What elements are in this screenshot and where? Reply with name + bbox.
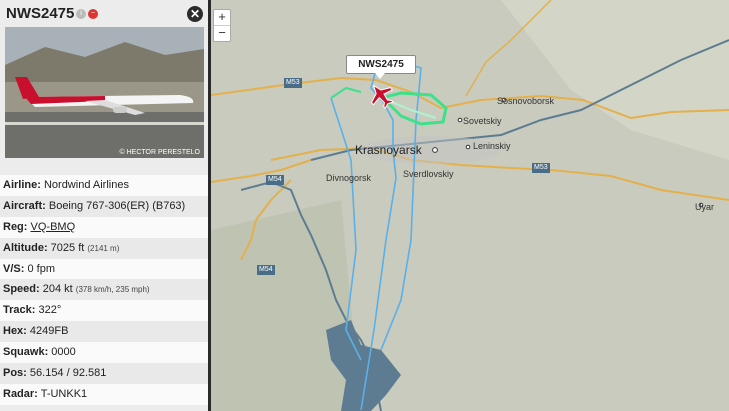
speed-value: 204 kt xyxy=(42,283,73,296)
map-label-sovetskiy: Sovetskiy xyxy=(463,116,502,126)
zoom-control: + − xyxy=(213,9,231,42)
close-button[interactable]: ✕ xyxy=(187,6,203,22)
altitude-meters: (2141 m) xyxy=(87,243,120,253)
radar-row: Radar: T-UNKK1 xyxy=(0,383,210,405)
hex-value: 4249FB xyxy=(29,325,69,338)
road-shield-m53-east: M53 xyxy=(532,163,550,173)
road-shield-m53-west: M53 xyxy=(284,78,302,88)
map-view[interactable] xyxy=(211,0,729,411)
vs-value: 0 fpm xyxy=(27,262,55,275)
aircraft-value: Boeing 767-306(ER) (B763) xyxy=(48,199,186,212)
speed-row: Speed: 204 kt (378 km/h, 235 mph) xyxy=(0,279,210,301)
map-canvas[interactable] xyxy=(211,0,729,411)
photo-credit: © HECTOR PERESTELO xyxy=(119,149,201,156)
zoom-out-button[interactable]: − xyxy=(214,25,230,41)
track-label: Track: xyxy=(3,304,36,317)
reg-row: Reg: VQ-BMQ xyxy=(0,216,210,238)
altitude-value: 7025 ft xyxy=(50,241,85,254)
hex-label: Hex: xyxy=(3,325,27,338)
airline-row: Airline: Nordwind Airlines xyxy=(0,175,210,196)
flight-callsign: NWS2475 xyxy=(6,5,75,22)
map-label-krasnoyarsk: Krasnoyarsk xyxy=(355,143,422,157)
pos-label: Pos: xyxy=(3,367,27,380)
track-row: Track: 322° xyxy=(0,300,210,322)
aircraft-photo: © HECTOR PERESTELO xyxy=(5,27,204,158)
hex-row: Hex: 4249FB xyxy=(0,321,210,343)
road-shield-m54-south: M54 xyxy=(257,265,275,275)
radar-value: T-UNKK1 xyxy=(40,387,88,400)
squawk-value: 0000 xyxy=(51,346,76,359)
vs-label: V/S: xyxy=(3,262,25,275)
reg-label: Reg: xyxy=(3,220,28,233)
squawk-label: Squawk: xyxy=(3,346,49,359)
map-label-divnogorsk: Divnogorsk xyxy=(326,173,372,183)
reg-link[interactable]: VQ-BMQ xyxy=(31,221,76,233)
aircraft-photo-image xyxy=(5,27,204,158)
pos-value: 56.154 / 92.581 xyxy=(29,367,107,380)
map-label-uyar: Uyar xyxy=(695,202,715,212)
map-label-sverdlovskiy: Sverdlovskiy xyxy=(403,169,454,179)
speed-conversions: (378 km/h, 235 mph) xyxy=(75,285,150,295)
vs-row: V/S: 0 fpm xyxy=(0,258,210,280)
aircraft-callout[interactable]: NWS2475 xyxy=(346,55,416,79)
flight-details: Airline: Nordwind Airlines Aircraft: Boe… xyxy=(0,175,210,405)
airline-value: Nordwind Airlines xyxy=(43,179,129,191)
pos-row: Pos: 56.154 / 92.581 xyxy=(0,363,210,384)
speed-label: Speed: xyxy=(3,283,40,296)
airline-label: Airline: xyxy=(3,179,41,191)
info-icon[interactable]: i xyxy=(76,9,86,19)
squawk-row: Squawk: 0000 xyxy=(0,342,210,364)
map-label-sosnovoborsk: Sosnovoborsk xyxy=(497,96,555,106)
aircraft-label: Aircraft: xyxy=(3,199,46,212)
zoom-in-button[interactable]: + xyxy=(214,10,230,25)
altitude-row: Altitude: 7025 ft (2141 m) xyxy=(0,237,210,259)
track-value: 322° xyxy=(38,304,62,317)
aircraft-row: Aircraft: Boeing 767-306(ER) (B763) xyxy=(0,195,210,217)
minus-icon[interactable]: − xyxy=(88,9,98,19)
altitude-label: Altitude: xyxy=(3,241,48,254)
flight-info-panel: NWS2475 i − ✕ © HECTOR PERESTELO Airline… xyxy=(0,0,210,411)
map-label-leninskiy: Leninskiy xyxy=(473,141,511,151)
road-shield-m54-north: M54 xyxy=(266,175,284,185)
radar-label: Radar: xyxy=(3,387,38,400)
